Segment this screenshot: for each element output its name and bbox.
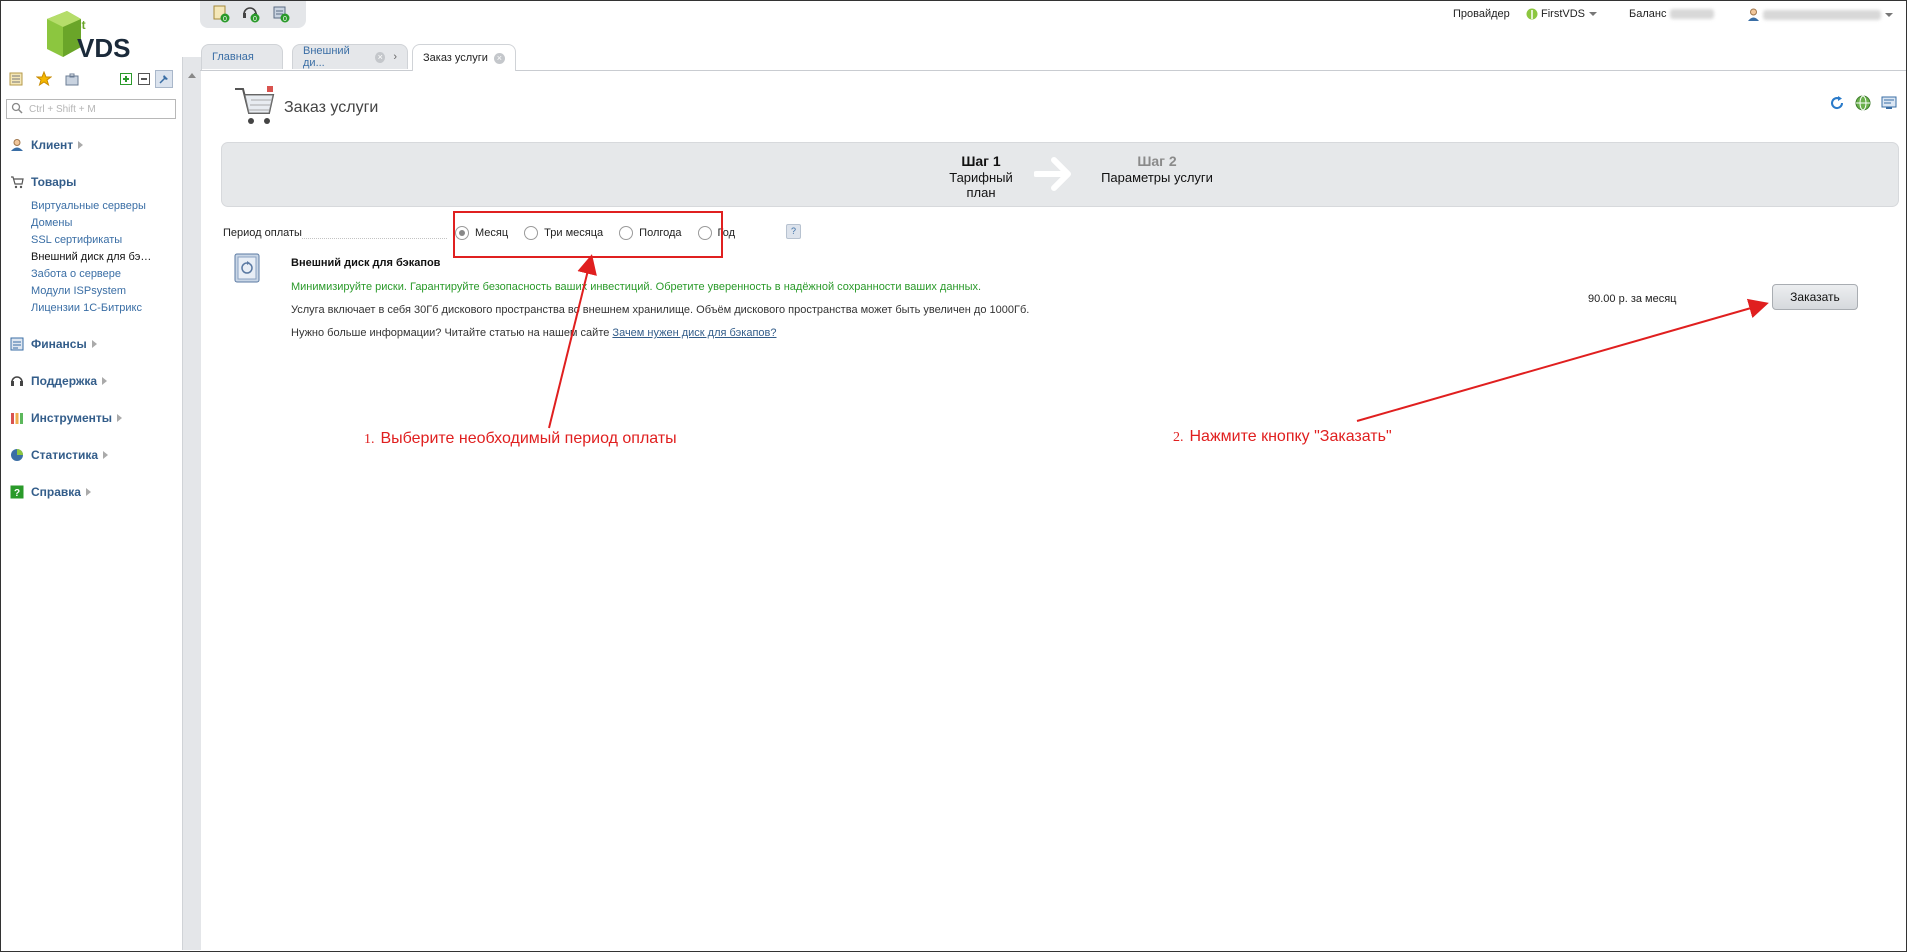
annotation-step-2: 2. Нажмите кнопку "Заказать" <box>1173 428 1392 445</box>
annotation-arrow-1 <box>548 254 597 429</box>
annotation-arrows <box>548 254 1769 429</box>
annotation-arrow-2 <box>1356 298 1769 422</box>
annotation-step-1: 1. Выберите необходимый период оплаты <box>364 430 677 447</box>
